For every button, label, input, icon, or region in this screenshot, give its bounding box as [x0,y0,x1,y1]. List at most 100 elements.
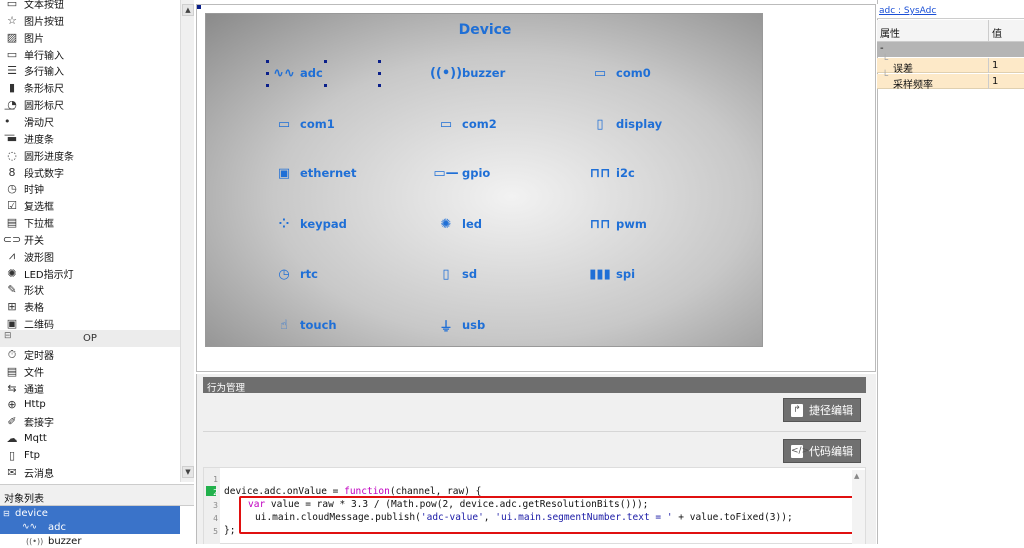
collapse-icon[interactable]: ⊟ [4,331,12,341]
selection-handle[interactable] [324,60,327,63]
device-touch[interactable]: ☝ touch [272,316,337,334]
sd-card-icon: ▯ [442,266,450,282]
selection-handle[interactable] [324,84,327,87]
property-value[interactable]: 1 [992,76,998,87]
selection-handle[interactable] [378,84,381,87]
property-title[interactable]: adc : SysAdc [877,4,1024,19]
tool-label: 时钟 [24,185,44,197]
shape-icon: ✎ [7,283,17,297]
shortcut-edit-button[interactable]: ↱ 捷径编辑 [783,398,861,422]
selection-handle[interactable] [266,60,269,63]
device-rtc[interactable]: ◷ rtc [272,265,318,283]
device-label: touch [300,318,337,332]
selection-handle[interactable] [378,72,381,75]
tool-item[interactable]: ⊞ 表格 [0,298,180,315]
property-group[interactable]: - [877,42,1024,57]
tool-item[interactable]: ☰ 多行输入 [0,62,180,79]
tool-item[interactable]: ⩘ 波形图 [0,248,180,265]
selection-handle[interactable] [266,84,269,87]
device-pwm[interactable]: ⊓⊓ pwm [588,215,647,233]
tool-item[interactable]: ▤ 文件 [0,363,180,380]
selection-handle[interactable] [266,72,269,75]
tool-item[interactable]: ▤ 下拉框 [0,214,180,231]
tool-label: 段式数字 [24,168,64,180]
tool-item[interactable]: ▬ 进度条 [0,130,180,147]
property-row-error[interactable]: └ 误差 1 [877,55,1024,75]
property-row-sample-rate[interactable]: └ 采样频率 1 [877,71,1024,91]
tool-item[interactable]: ✺ LED指示灯 [0,265,180,282]
tool-item[interactable]: ⇆ 通道 [0,380,180,397]
tool-item[interactable]: 8 段式数字 [0,164,180,181]
tree-node-label: device [15,507,48,519]
line-number: 4 [213,514,218,523]
device-i2c[interactable]: ⊓⊓ i2c [588,164,635,182]
scroll-up-button[interactable]: ▲ [182,4,194,16]
device-adc[interactable]: ∿∿ adc [272,64,323,82]
tool-item[interactable]: ◌ 圆形进度条 [0,147,180,164]
tool-label: 图片 [24,33,44,45]
device-display[interactable]: ▯ display [588,115,662,133]
section-op[interactable]: ⊟ OP [0,330,180,347]
tool-label: 多行输入 [24,67,64,79]
device-label: adc [300,66,323,80]
tool-item[interactable]: ▭ 文本按钮 [0,0,180,12]
device-ethernet[interactable]: ▣ ethernet [272,164,357,182]
property-value[interactable]: 1 [992,60,998,71]
tool-item[interactable]: ◔ 圆形标尺 [0,96,180,113]
tool-label: 进度条 [24,134,54,146]
device-spi[interactable]: ▮▮▮ spi [588,265,635,283]
tool-label: 单行输入 [24,50,64,62]
code-scrollbar[interactable]: ▲ [852,470,865,544]
tree-node-device[interactable]: ⊟ device [0,506,180,520]
tool-item[interactable]: ☆ 图片按钮 [0,12,180,29]
device-com1[interactable]: ▭ com1 [272,115,335,133]
progress-bar-icon: ▬ [6,131,18,145]
device-gpio[interactable]: ▭— gpio [433,164,490,182]
scroll-up-icon[interactable]: ▲ [854,472,859,480]
tree-line: └ [882,71,889,82]
tool-item[interactable]: ☑ 复选框 [0,197,180,214]
device-com0[interactable]: ▭ com0 [588,64,651,82]
tool-item[interactable]: ▮ 条形标尺 [0,79,180,96]
multi-line-input-icon: ☰ [7,64,17,78]
tool-item[interactable]: ▭ 单行输入 [0,46,180,63]
device-buzzer[interactable]: ((•)) buzzer [429,64,505,82]
tool-item[interactable]: ✐ 套接字 [0,413,180,430]
tool-item[interactable]: ⊂⊃ 开关 [0,231,180,248]
tool-item[interactable]: ✎ 形状 [0,281,180,298]
designer-anchor-handle[interactable] [197,5,201,9]
tree-node-adc[interactable]: ∿∿ adc [0,520,180,534]
scroll-down-button[interactable]: ▼ [182,466,194,478]
device-led[interactable]: ✺ led [434,215,482,233]
tool-item[interactable]: ▨ 图片 [0,29,180,46]
tree-node-buzzer[interactable]: ((•)) buzzer [0,534,180,548]
device-com2[interactable]: ▭ com2 [434,115,497,133]
device-usb[interactable]: ⏚ usb [434,316,485,335]
tool-item[interactable]: ▯ Ftp [0,447,180,464]
tool-item[interactable]: ⏱ 定时器 [0,346,180,363]
property-name: 采样频率 [893,80,933,91]
device-sd[interactable]: ▯ sd [434,265,477,283]
toolbox-scrollbar[interactable]: ▲ ▼ [180,0,194,482]
tool-item[interactable]: ☁ Mqtt [0,430,180,447]
tool-label: 开关 [24,235,44,247]
display-icon: ▯ [596,116,604,132]
tool-label: 通道 [24,384,44,396]
keypad-icon: ⁘ [278,216,290,232]
touch-icon: ☝ [280,317,288,333]
adc-wave-icon: ∿∿ [273,65,295,81]
col-value: 值 [992,29,1002,40]
tool-item[interactable]: ✉ 云消息 [0,464,180,481]
collapse-icon[interactable]: ⊟ [3,509,15,518]
tool-item[interactable]: —•— 滑动尺 [0,102,180,141]
tool-item[interactable]: ⊕ Http [0,396,180,413]
device-canvas[interactable]: Device ∿∿ adc ((•)) buzzer ▭ com0 ▭ com1 ▭ com2 ▯ d… [205,13,763,347]
device-label: com2 [462,117,497,131]
tool-item[interactable]: ◷ 时钟 [0,180,180,197]
line-number: 1 [213,475,218,484]
selection-handle[interactable] [378,60,381,63]
code-edit-button[interactable]: </> 代码编辑 [783,439,861,463]
device-label: pwm [616,217,647,231]
buzzer-icon: ((•)) [429,65,463,81]
device-keypad[interactable]: ⁘ keypad [272,215,347,233]
